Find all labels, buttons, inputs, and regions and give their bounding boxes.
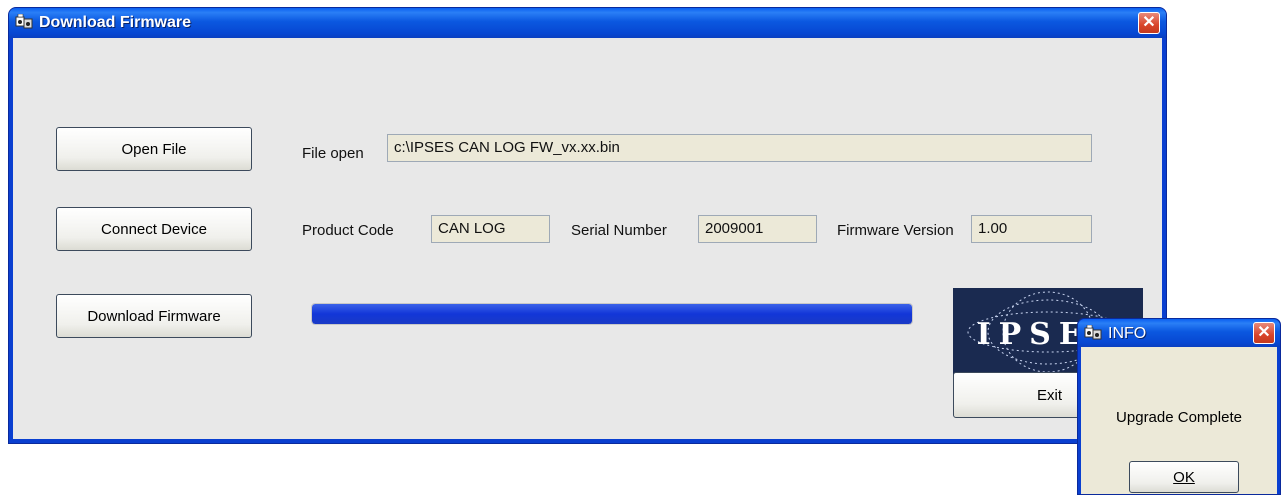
serial-number-field[interactable]: 2009001: [698, 215, 817, 243]
progress-bar: [311, 303, 913, 325]
firmware-version-label: Firmware Version: [837, 222, 954, 239]
info-close-icon: ✕: [1257, 324, 1271, 341]
product-code-value: CAN LOG: [438, 220, 506, 237]
file-open-label: File open: [302, 145, 364, 162]
ok-button[interactable]: OK: [1129, 461, 1239, 493]
exit-button-label: Exit: [1036, 386, 1062, 404]
product-code-field[interactable]: CAN LOG: [431, 215, 550, 243]
ok-button-label: OK: [1173, 468, 1195, 486]
download-firmware-button-label: Download Firmware: [87, 307, 221, 325]
title-bar[interactable]: Download Firmware ✕: [9, 8, 1166, 38]
info-title-bar[interactable]: INFO ✕: [1078, 319, 1280, 347]
progress-bar-fill: [312, 304, 912, 324]
info-message: Upgrade Complete: [1116, 409, 1242, 426]
open-file-button[interactable]: Open File: [56, 127, 252, 171]
close-icon: ✕: [1142, 14, 1156, 31]
connect-device-button[interactable]: Connect Device: [56, 207, 252, 251]
download-firmware-button[interactable]: Download Firmware: [56, 294, 252, 338]
info-title: INFO: [1108, 325, 1147, 342]
open-file-button-label: Open File: [121, 140, 187, 158]
info-close-button[interactable]: ✕: [1253, 322, 1275, 344]
connect-device-button-label: Connect Device: [101, 220, 207, 238]
info-app-icon: [1084, 325, 1102, 340]
window-title: Download Firmware: [39, 14, 192, 31]
product-code-label: Product Code: [302, 222, 394, 239]
serial-number-value: 2009001: [705, 220, 764, 237]
file-path-value: c:\IPSES CAN LOG FW_vx.xx.bin: [394, 139, 620, 156]
file-path-field[interactable]: c:\IPSES CAN LOG FW_vx.xx.bin: [387, 134, 1092, 162]
info-dialog: INFO ✕ Upgrade Complete OK: [1077, 318, 1281, 495]
info-client-area: Upgrade Complete OK: [1081, 347, 1277, 494]
serial-number-label: Serial Number: [571, 222, 667, 239]
firmware-version-field[interactable]: 1.00: [971, 215, 1092, 243]
app-icon: [15, 14, 33, 29]
window-client-area: Open File File open c:\IPSES CAN LOG FW_…: [13, 38, 1162, 439]
close-button[interactable]: ✕: [1138, 12, 1160, 34]
firmware-version-value: 1.00: [978, 220, 1008, 237]
download-firmware-window: Download Firmware ✕ Open File File open …: [8, 7, 1167, 444]
